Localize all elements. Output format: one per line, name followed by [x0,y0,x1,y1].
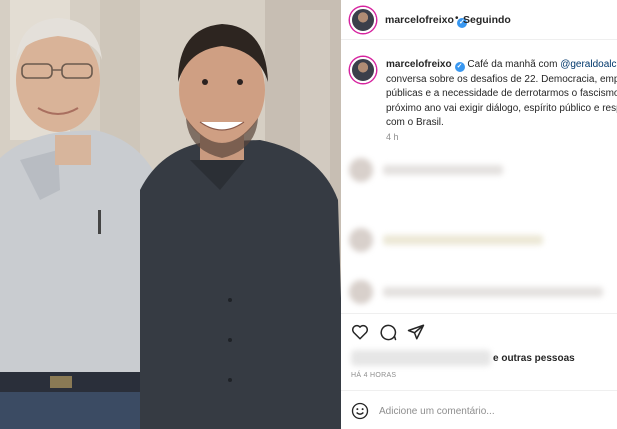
comment-avatar [349,228,373,252]
likes-others[interactable]: e outras pessoas [493,353,575,364]
post-sidebar: marcelofreixo ✓ • Seguindo marcelofreixo ✓… [341,0,617,429]
blurred-comment [349,228,617,254]
post-caption: marcelofreixo ✓ Café da manhã com @gerald… [386,58,617,131]
post-image [0,0,341,429]
comment-avatar [349,280,373,304]
liked-by-blurred [351,350,491,366]
comment-text [383,287,603,297]
comment-avatar [349,158,373,182]
caption-line-2: conversa sobre os desafios de 22. Democr… [386,73,617,85]
separator-dot: • [455,13,459,24]
avatar[interactable] [350,7,376,33]
comment-text [383,235,543,245]
caption-line-5: com o Brasil. [386,117,444,128]
post-photo[interactable] [0,0,341,429]
blurred-comment [349,280,617,306]
comment-icon[interactable] [379,323,397,341]
comment-input[interactable] [379,403,609,419]
username-text: marcelofreixo [385,14,454,26]
emoji-icon[interactable] [351,402,369,420]
caption-time[interactable]: 4 h [386,132,399,142]
caption-lead: Café da manhã com [467,59,561,70]
post-timestamp: HÁ 4 HORAS [351,372,397,379]
comment-text [383,165,503,175]
comment-bar [341,390,617,429]
send-icon[interactable] [407,323,425,341]
heart-icon[interactable] [351,323,369,341]
follow-status-button[interactable]: Seguindo [463,14,511,26]
caption-line-4: próximo ano vai exigir diálogo, espírito… [386,102,617,114]
caption-avatar[interactable] [350,57,376,83]
post-header: marcelofreixo ✓ • Seguindo [341,0,617,40]
caption-username-text: marcelofreixo [386,59,452,70]
caption-line-3: públicas e a necessidade de derrotarmos … [386,88,617,99]
verified-icon: ✓ [454,62,465,72]
mention-link[interactable]: @geraldoalckmi [560,59,617,70]
caption-username[interactable]: marcelofreixo ✓ [386,59,465,72]
action-bar [341,313,617,349]
caption-line-1: marcelofreixo ✓ Café da manhã com @gerald… [386,58,617,73]
blurred-comment [349,158,617,184]
